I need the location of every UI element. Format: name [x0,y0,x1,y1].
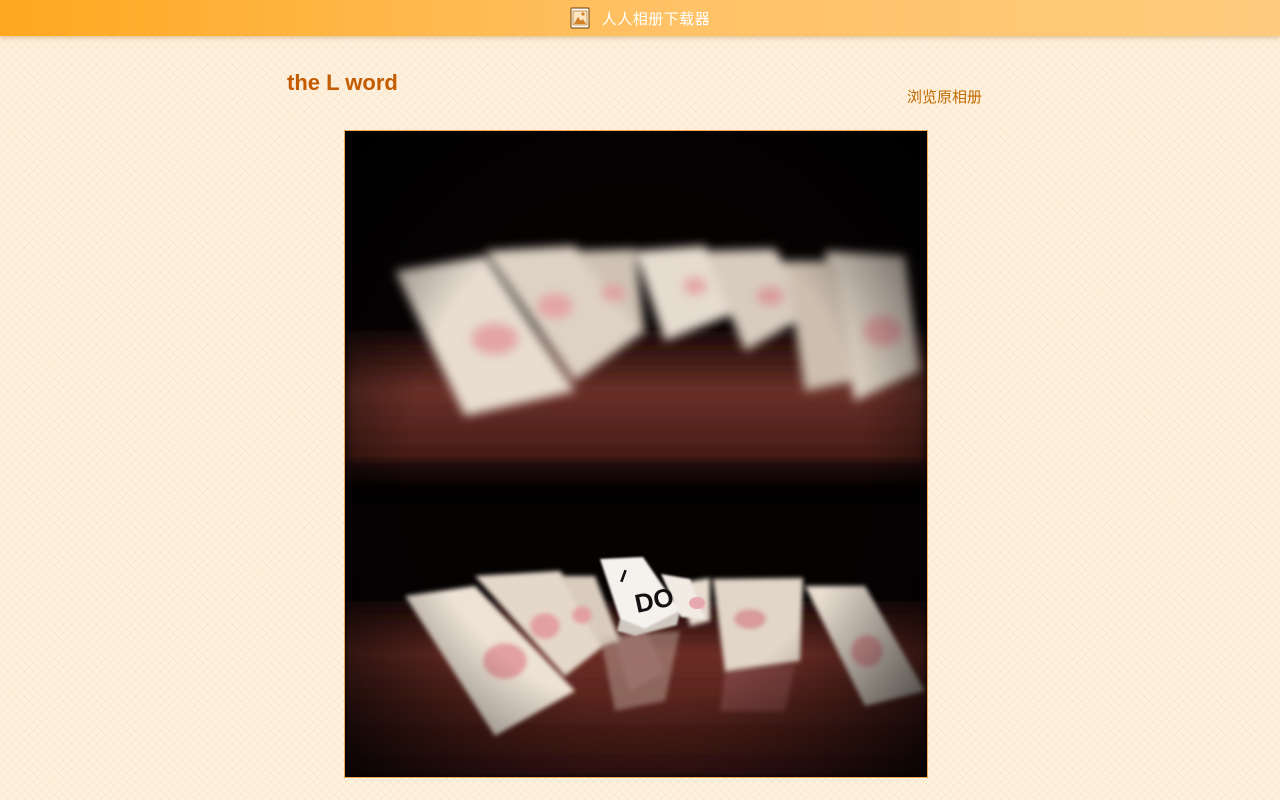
browse-original-album-link[interactable]: 浏览原相册 [907,86,982,107]
app-title: 人人相册下载器 [601,10,711,28]
top-bar: 人人相册下载器 [0,0,1280,36]
album-photo[interactable]: I DO [344,130,928,778]
photo-image: I DO [345,131,927,777]
photo-album-icon [570,7,590,29]
album-title: the L word [287,70,398,95]
top-bar-content: 人人相册下载器 [570,7,711,29]
